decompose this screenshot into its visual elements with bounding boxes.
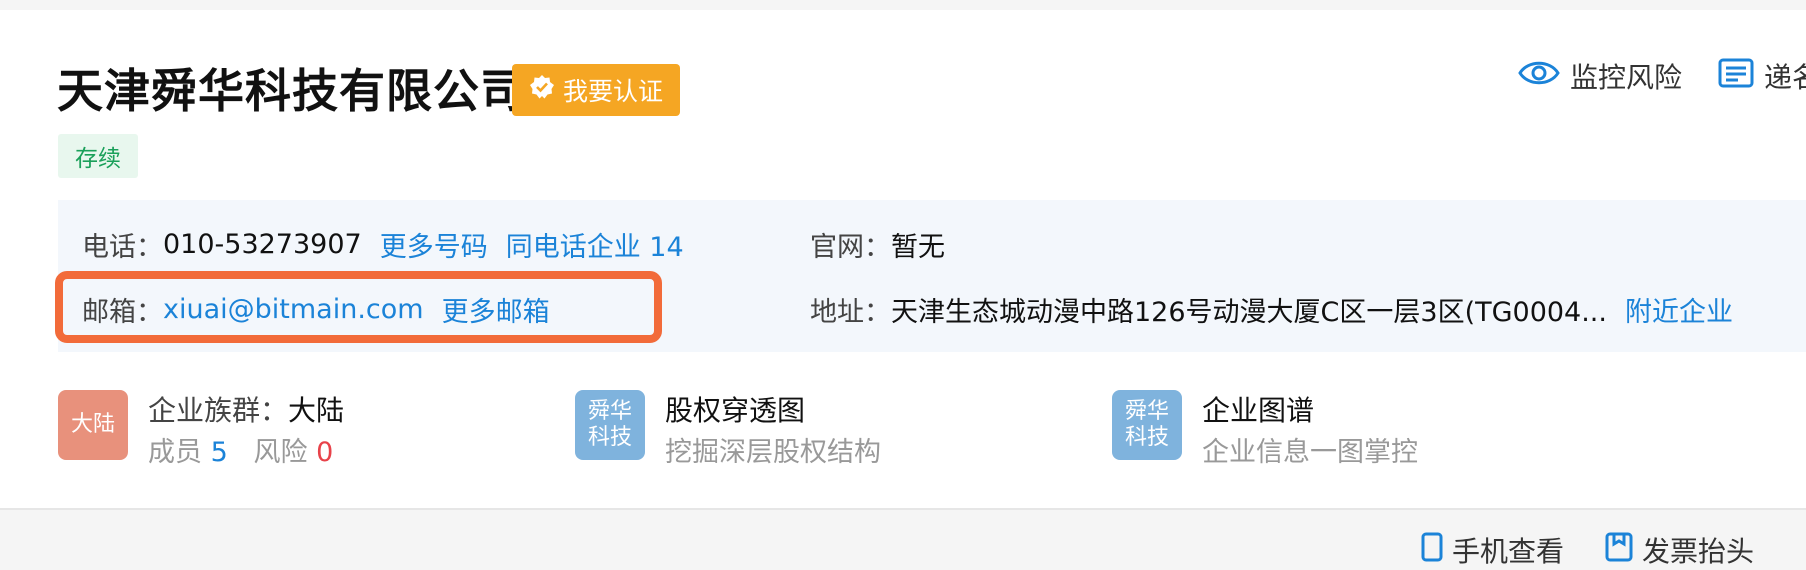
section-divider <box>0 508 1806 510</box>
group-avatar: 大陆 <box>58 390 128 460</box>
group-title: 企业族群：大陆 <box>148 390 344 432</box>
bottom-actions: 手机查看 发票抬头 <box>1420 530 1754 570</box>
equity-text: 股权穿透图 挖掘深层股权结构 <box>665 390 881 474</box>
contact-info-panel <box>58 200 1806 352</box>
verified-badge-icon <box>529 74 555 106</box>
top-actions: 监控风险 递名 <box>1518 56 1806 96</box>
mobile-view-button[interactable]: 手机查看 <box>1420 530 1564 570</box>
enterprise-graph-feature[interactable]: 舜华 科技 企业图谱 企业信息一图掌控 <box>1112 390 1418 474</box>
eye-icon <box>1518 58 1560 95</box>
website-label: 官网： <box>810 232 891 263</box>
logo-line-2: 科技 <box>1124 425 1169 450</box>
invoice-header-label: 发票抬头 <box>1642 535 1755 568</box>
group-title-value: 大陆 <box>288 394 345 427</box>
company-logo-avatar: 舜华 科技 <box>1112 390 1182 460</box>
list-icon <box>1718 58 1754 95</box>
invoice-header-button[interactable]: 发票抬头 <box>1604 530 1754 570</box>
enterprise-group-feature[interactable]: 大陆 企业族群：大陆 成员 5 风险 0 <box>58 390 344 474</box>
graph-text: 企业图谱 企业信息一图掌控 <box>1202 390 1418 474</box>
risk-label: 风险 <box>253 437 308 468</box>
equity-chart-feature[interactable]: 舜华 科技 股权穿透图 挖掘深层股权结构 <box>575 390 881 474</box>
more-numbers-link[interactable]: 更多号码 <box>380 225 488 264</box>
company-logo-avatar: 舜华 科技 <box>575 390 645 460</box>
second-action-label: 递名 <box>1764 61 1806 94</box>
address-label: 地址： <box>810 297 891 328</box>
graph-subtitle: 企业信息一图掌控 <box>1202 437 1418 468</box>
monitor-risk-button[interactable]: 监控风险 <box>1518 56 1682 96</box>
more-emails-link[interactable]: 更多邮箱 <box>442 290 550 329</box>
phone-value: 010-53273907 <box>163 229 362 260</box>
equity-title: 股权穿透图 <box>665 394 806 427</box>
phone-icon <box>1420 532 1444 569</box>
website-row: 官网： 暂无 <box>810 225 963 264</box>
equity-subtitle: 挖掘深层股权结构 <box>665 437 881 468</box>
address-row: 地址： 天津生态城动漫中路126号动漫大厦C区一层3区(TG0004... 附近… <box>810 290 1751 329</box>
address-value: 天津生态城动漫中路126号动漫大厦C区一层3区(TG0004... <box>891 297 1607 328</box>
group-stats: 成员 5 风险 0 <box>148 432 344 474</box>
members-count[interactable]: 5 <box>211 437 228 468</box>
phone-label: 电话： <box>82 232 163 263</box>
verify-button[interactable]: 我要认证 <box>512 64 680 116</box>
second-action-button[interactable]: 递名 <box>1718 56 1806 96</box>
group-avatar-text: 大陆 <box>70 412 115 437</box>
group-text: 企业族群：大陆 成员 5 风险 0 <box>148 390 344 474</box>
verify-label: 我要认证 <box>562 77 663 106</box>
same-phone-companies-link[interactable]: 同电话企业 14 <box>506 225 684 264</box>
risk-count[interactable]: 0 <box>316 437 333 468</box>
email-link[interactable]: xiuai@bitmain.com <box>163 294 424 325</box>
status-badge: 存续 <box>58 134 138 178</box>
logo-line-1: 舜华 <box>1124 399 1169 424</box>
group-title-label: 企业族群： <box>148 394 289 427</box>
members-label: 成员 <box>148 437 202 468</box>
email-label: 邮箱： <box>82 297 163 328</box>
mobile-view-label: 手机查看 <box>1452 535 1565 568</box>
phone-row: 电话： 010-53273907 更多号码 同电话企业 14 <box>82 225 702 264</box>
email-row: 邮箱： xiuai@bitmain.com 更多邮箱 <box>82 290 568 329</box>
logo-line-1: 舜华 <box>587 399 632 424</box>
monitor-risk-label: 监控风险 <box>1570 61 1683 94</box>
nearby-companies-link[interactable]: 附近企业 <box>1625 290 1733 329</box>
company-name: 天津舜华科技有限公司 <box>57 64 527 118</box>
bookmark-icon <box>1604 532 1634 569</box>
logo-line-2: 科技 <box>587 425 632 450</box>
graph-title: 企业图谱 <box>1202 394 1315 427</box>
website-value: 暂无 <box>891 232 945 263</box>
